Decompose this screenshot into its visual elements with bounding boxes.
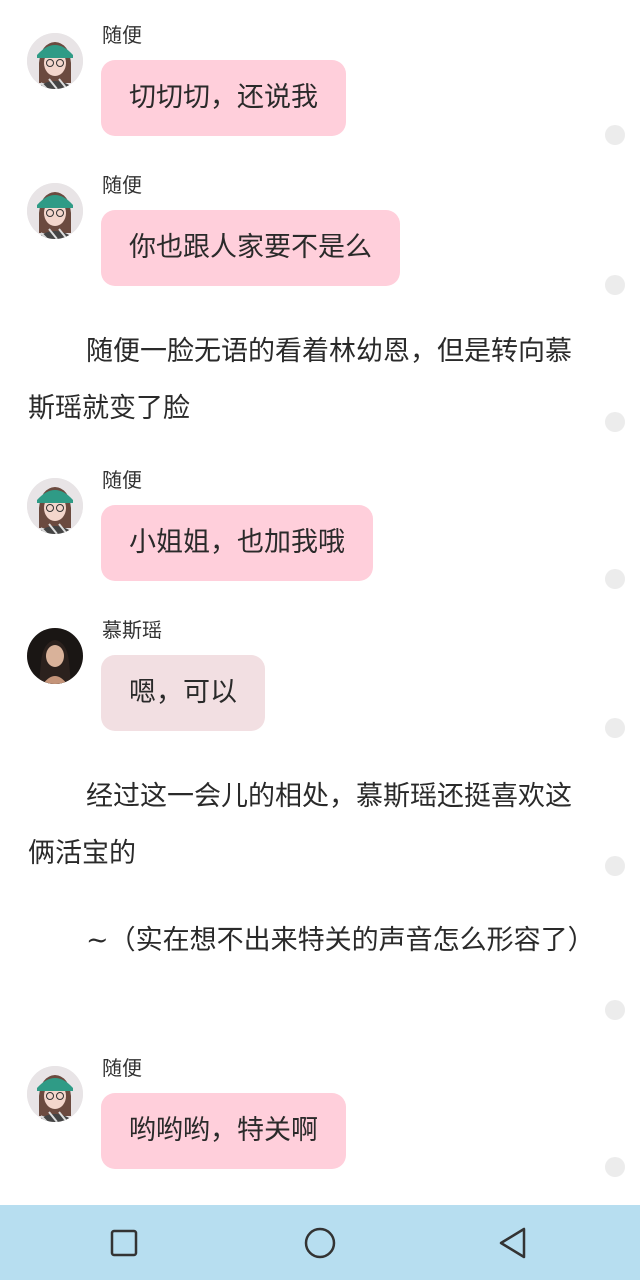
sender-name: 慕斯瑶 <box>102 618 162 642</box>
home-button[interactable] <box>300 1223 340 1263</box>
recent-apps-button[interactable] <box>104 1223 144 1263</box>
narration-paragraph: ~（实在想不出来特关的声音怎么形容了） <box>86 925 595 956</box>
sender-name: 随便 <box>102 1056 142 1080</box>
narration-paragraph: 经过这一会儿的相处，慕斯瑶还挺喜欢这俩活宝的 <box>28 781 572 869</box>
home-icon <box>304 1227 336 1259</box>
girl-dark-avatar[interactable] <box>27 628 83 684</box>
message-bubble[interactable]: 嗯，可以 <box>101 655 265 731</box>
girl-cap-avatar[interactable] <box>27 1066 83 1122</box>
message-bubble[interactable]: 哟哟哟，特关啊 <box>101 1093 346 1169</box>
narration-paragraph: 随便一脸无语的看着林幼恩，但是转向慕斯瑶就变了脸 <box>28 336 572 424</box>
back-icon <box>499 1227 526 1259</box>
dot-icon <box>605 1000 625 1020</box>
sender-name: 随便 <box>102 468 142 492</box>
dot-icon <box>605 412 625 432</box>
navigation-bar <box>0 1205 640 1280</box>
dot-icon <box>605 569 625 589</box>
dot-icon <box>605 275 625 295</box>
message-bubble[interactable]: 小姐姐，也加我哦 <box>101 505 373 581</box>
back-button[interactable] <box>494 1223 534 1263</box>
girl-cap-avatar[interactable] <box>27 183 83 239</box>
message-bubble[interactable]: 切切切，还说我 <box>101 60 346 136</box>
dot-icon <box>605 718 625 738</box>
chat-story-screen: 随便 切切切，还说我 随便 你也跟人家要不是么 随便一脸无语的看着林幼恩，但是转… <box>0 0 640 1280</box>
girl-cap-avatar[interactable] <box>27 33 83 89</box>
dot-icon <box>605 125 625 145</box>
sender-name: 随便 <box>102 173 142 197</box>
message-bubble[interactable]: 你也跟人家要不是么 <box>101 210 400 286</box>
sender-name: 随便 <box>102 23 142 47</box>
dot-icon <box>605 1157 625 1177</box>
girl-cap-avatar[interactable] <box>27 478 83 534</box>
dot-icon <box>605 856 625 876</box>
recent-apps-icon <box>110 1229 138 1257</box>
